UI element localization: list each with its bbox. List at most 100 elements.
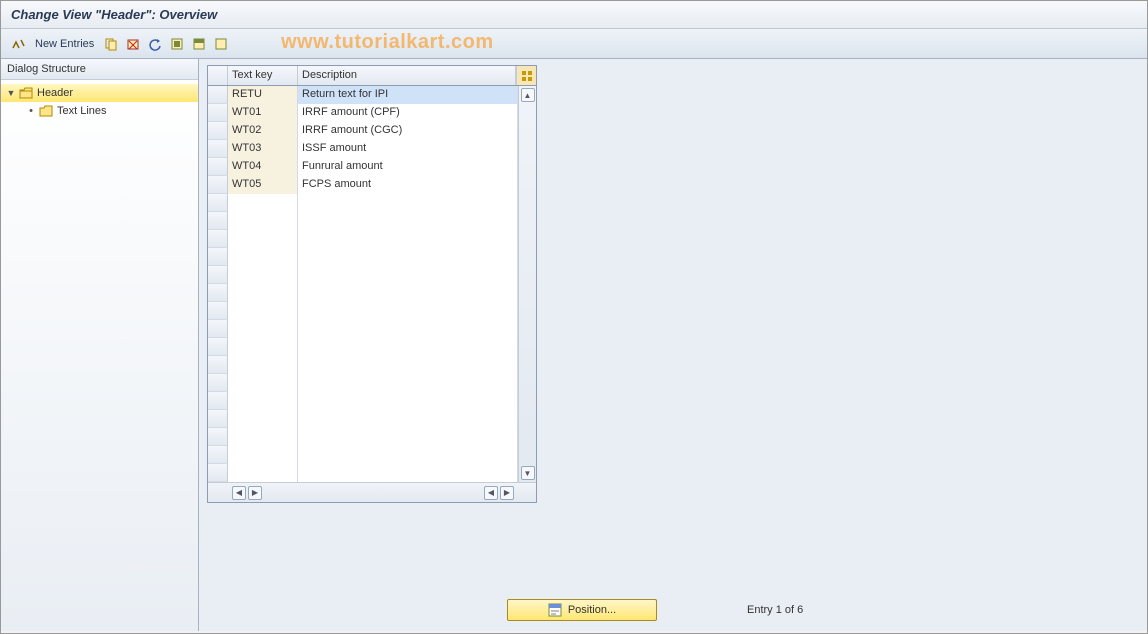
row-selector[interactable] (208, 140, 228, 157)
cell-description[interactable]: FCPS amount (298, 176, 518, 194)
cell-text-key[interactable] (228, 356, 298, 374)
cell-text-key[interactable] (228, 284, 298, 302)
table-row-empty[interactable] (208, 266, 518, 284)
row-selector[interactable] (208, 230, 228, 247)
cell-description[interactable] (298, 320, 518, 338)
table-row-empty[interactable] (208, 392, 518, 410)
cell-description[interactable] (298, 266, 518, 284)
cell-description[interactable]: Return text for IPI (298, 86, 518, 104)
cell-description[interactable] (298, 248, 518, 266)
scroll-up-icon[interactable]: ▲ (521, 88, 535, 102)
row-selector[interactable] (208, 374, 228, 391)
row-selector[interactable] (208, 122, 228, 139)
table-row[interactable]: WT03ISSF amount (208, 140, 518, 158)
cell-text-key[interactable]: WT04 (228, 158, 298, 176)
scroll-right-step-icon[interactable]: ▶ (248, 486, 262, 500)
scroll-down-icon[interactable]: ▼ (521, 466, 535, 480)
row-selector[interactable] (208, 284, 228, 301)
scroll-right-icon[interactable]: ▶ (500, 486, 514, 500)
cell-description[interactable] (298, 374, 518, 392)
row-selector[interactable] (208, 302, 228, 319)
other-view-icon[interactable] (9, 35, 27, 53)
cell-text-key[interactable]: WT01 (228, 104, 298, 122)
table-row-empty[interactable] (208, 320, 518, 338)
cell-text-key[interactable] (228, 410, 298, 428)
tree-node-header[interactable]: ▼ Header (1, 84, 198, 102)
cell-description[interactable]: IRRF amount (CPF) (298, 104, 518, 122)
row-selector[interactable] (208, 176, 228, 193)
select-all-icon[interactable] (168, 35, 186, 53)
cell-text-key[interactable] (228, 428, 298, 446)
row-selector[interactable] (208, 86, 228, 103)
cell-text-key[interactable] (228, 230, 298, 248)
delete-icon[interactable] (124, 35, 142, 53)
cell-text-key[interactable] (228, 194, 298, 212)
tree-node-text-lines[interactable]: • Text Lines (1, 102, 198, 120)
column-header-description[interactable]: Description (298, 66, 516, 85)
cell-description[interactable] (298, 338, 518, 356)
undo-icon[interactable] (146, 35, 164, 53)
scroll-left-step-icon[interactable]: ◀ (484, 486, 498, 500)
cell-text-key[interactable] (228, 302, 298, 320)
cell-text-key[interactable]: WT02 (228, 122, 298, 140)
table-row-empty[interactable] (208, 464, 518, 482)
cell-description[interactable] (298, 410, 518, 428)
table-row-empty[interactable] (208, 410, 518, 428)
row-selector[interactable] (208, 338, 228, 355)
cell-description[interactable] (298, 194, 518, 212)
cell-description[interactable] (298, 446, 518, 464)
cell-description[interactable] (298, 356, 518, 374)
row-selector[interactable] (208, 266, 228, 283)
cell-text-key[interactable] (228, 266, 298, 284)
table-row-empty[interactable] (208, 248, 518, 266)
cell-text-key[interactable] (228, 320, 298, 338)
cell-text-key[interactable] (228, 374, 298, 392)
cell-description[interactable]: ISSF amount (298, 140, 518, 158)
cell-description[interactable] (298, 284, 518, 302)
cell-description[interactable] (298, 464, 518, 482)
row-selector[interactable] (208, 428, 228, 445)
cell-text-key[interactable] (228, 464, 298, 482)
select-block-icon[interactable] (190, 35, 208, 53)
cell-description[interactable] (298, 428, 518, 446)
copy-as-icon[interactable] (102, 35, 120, 53)
cell-description[interactable] (298, 302, 518, 320)
row-selector[interactable] (208, 212, 228, 229)
table-row-empty[interactable] (208, 284, 518, 302)
row-selector[interactable] (208, 104, 228, 121)
cell-text-key[interactable] (228, 446, 298, 464)
horizontal-scrollbar[interactable]: ◀ ▶ ◀ ▶ (208, 482, 536, 502)
new-entries-button[interactable]: New Entries (31, 38, 98, 50)
table-row-empty[interactable] (208, 374, 518, 392)
row-selector[interactable] (208, 446, 228, 463)
cell-text-key[interactable]: WT05 (228, 176, 298, 194)
cell-description[interactable] (298, 392, 518, 410)
cell-text-key[interactable] (228, 392, 298, 410)
row-selector[interactable] (208, 248, 228, 265)
table-row-empty[interactable] (208, 230, 518, 248)
table-row-empty[interactable] (208, 338, 518, 356)
row-selector[interactable] (208, 392, 228, 409)
position-button[interactable]: Position... (507, 599, 657, 621)
table-settings-icon[interactable] (516, 66, 536, 85)
row-selector[interactable] (208, 464, 228, 481)
deselect-all-icon[interactable] (212, 35, 230, 53)
scroll-left-icon[interactable]: ◀ (232, 486, 246, 500)
row-selector[interactable] (208, 320, 228, 337)
table-row-empty[interactable] (208, 446, 518, 464)
cell-text-key[interactable] (228, 248, 298, 266)
table-row[interactable]: WT05FCPS amount (208, 176, 518, 194)
select-all-column[interactable] (208, 66, 228, 85)
cell-text-key[interactable] (228, 212, 298, 230)
table-row-empty[interactable] (208, 302, 518, 320)
column-header-text-key[interactable]: Text key (228, 66, 298, 85)
cell-text-key[interactable]: WT03 (228, 140, 298, 158)
vertical-scrollbar[interactable]: ▲ ▼ (518, 86, 536, 482)
table-row[interactable]: RETUReturn text for IPI (208, 86, 518, 104)
table-row-empty[interactable] (208, 356, 518, 374)
table-row-empty[interactable] (208, 212, 518, 230)
table-row-empty[interactable] (208, 194, 518, 212)
cell-text-key[interactable]: RETU (228, 86, 298, 104)
row-selector[interactable] (208, 158, 228, 175)
table-row[interactable]: WT01IRRF amount (CPF) (208, 104, 518, 122)
